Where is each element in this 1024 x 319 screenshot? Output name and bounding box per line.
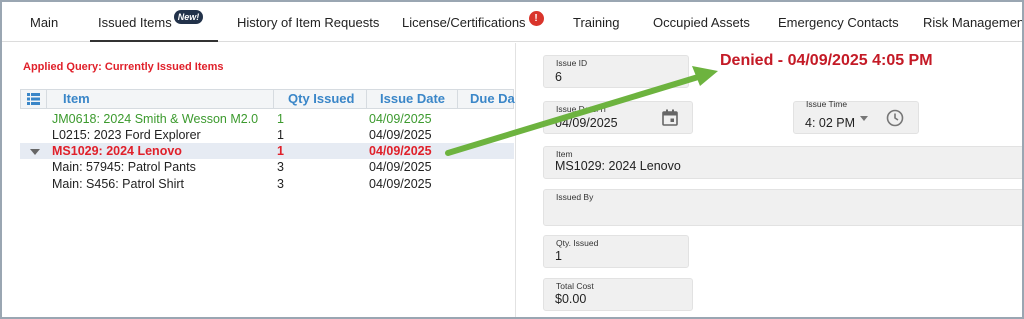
new-badge: New! xyxy=(173,10,204,24)
item-cell: JM0618: 2024 Smith & Wesson M2.0 xyxy=(52,112,259,126)
field-label: Total Cost xyxy=(556,281,594,291)
field-label: Issue ID xyxy=(556,58,588,68)
date-cell: 04/09/2025 xyxy=(369,112,432,126)
date-cell: 04/09/2025 xyxy=(369,144,432,158)
field-value: 4: 02 PM xyxy=(805,116,856,130)
tab-license-certifications[interactable]: License/Certifications! xyxy=(402,2,544,42)
tab-history-of-item-requests[interactable]: History of Item Requests xyxy=(237,2,379,42)
issued-by-field[interactable]: Issued By xyxy=(543,189,1022,226)
tab-label: Emergency Contacts xyxy=(778,15,899,30)
field-value: MS1029: 2024 Lenovo xyxy=(555,159,681,173)
field-value: 6 xyxy=(555,70,562,84)
tab-label: History of Item Requests xyxy=(237,15,380,30)
qty-cell: 1 xyxy=(277,128,284,142)
denied-annotation: Denied - 04/09/2025 4:05 PM xyxy=(720,52,933,69)
tab-training[interactable]: Training xyxy=(573,2,619,42)
tab-label: Training xyxy=(573,15,620,30)
item-cell: Main: 57945: Patrol Pants xyxy=(52,160,196,174)
tab-label: Issued Items xyxy=(98,15,172,30)
alert-badge: ! xyxy=(528,11,544,26)
column-header-due-date[interactable]: Due Da xyxy=(470,90,515,108)
qty-cell: 3 xyxy=(277,177,284,191)
table-row[interactable]: Main: S456: Patrol Shirt 3 04/09/2025 xyxy=(20,176,514,192)
tab-emergency-contacts[interactable]: Emergency Contacts xyxy=(778,2,899,42)
tab-issued-items[interactable]: Issued Items New! xyxy=(90,2,218,42)
field-value: 04/09/2025 xyxy=(555,116,618,130)
total-cost-field[interactable]: Total Cost $0.00 xyxy=(543,278,693,311)
date-cell: 04/09/2025 xyxy=(369,160,432,174)
list-icon[interactable] xyxy=(27,93,40,105)
tab-label: Risk Management xyxy=(923,15,1024,30)
field-label: Issue Date/Ti xyxy=(556,104,606,114)
qty-cell: 1 xyxy=(277,112,284,126)
clock-icon[interactable] xyxy=(886,109,904,127)
field-label: Qty. Issued xyxy=(556,238,599,248)
item-cell: Main: S456: Patrol Shirt xyxy=(52,177,185,191)
table-row[interactable]: JM0618: 2024 Smith & Wesson M2.0 1 04/09… xyxy=(20,111,514,127)
applied-query: Applied Query: Currently Issued Items xyxy=(23,61,224,73)
tab-main[interactable]: Main xyxy=(30,2,58,42)
qty-issued-field[interactable]: Qty. Issued 1 xyxy=(543,235,689,268)
panel-divider xyxy=(515,43,516,317)
grid-header: Item Qty Issued Issue Date Due Da xyxy=(20,89,515,109)
tab-label: Occupied Assets xyxy=(653,15,750,30)
qty-cell: 3 xyxy=(277,160,284,174)
column-header-item[interactable]: Item xyxy=(63,90,90,108)
calendar-icon[interactable] xyxy=(662,109,678,126)
column-header-issue-date[interactable]: Issue Date xyxy=(380,90,445,108)
item-cell: L0215: 2023 Ford Explorer xyxy=(52,128,201,142)
field-label: Issue Time xyxy=(806,99,848,109)
qty-cell: 1 xyxy=(277,144,284,158)
tab-occupied-assets[interactable]: Occupied Assets xyxy=(653,2,750,42)
item-field[interactable]: Item MS1029: 2024 Lenovo xyxy=(543,146,1022,179)
table-row[interactable]: L0215: 2023 Ford Explorer 1 04/09/2025 xyxy=(20,127,514,143)
field-value: $0.00 xyxy=(555,292,587,306)
app-window: Main Issued Items New! History of Item Re… xyxy=(0,0,1024,319)
tab-label: Main xyxy=(30,15,59,30)
tab-label: License/Certifications xyxy=(402,15,526,30)
field-label: Issued By xyxy=(556,192,594,202)
table-row-selected[interactable]: MS1029: 2024 Lenovo 1 04/09/2025 xyxy=(20,143,514,159)
date-cell: 04/09/2025 xyxy=(369,128,432,142)
field-value: 1 xyxy=(555,249,562,263)
issue-id-field[interactable]: Issue ID 6 xyxy=(543,55,689,88)
table-row[interactable]: Main: 57945: Patrol Pants 3 04/09/2025 xyxy=(20,159,514,175)
field-label: Item xyxy=(556,149,573,159)
item-cell: MS1029: 2024 Lenovo xyxy=(52,144,182,158)
tab-bar: Main Issued Items New! History of Item Re… xyxy=(2,2,1024,42)
dropdown-caret-icon[interactable] xyxy=(860,116,868,121)
tab-risk-management[interactable]: Risk Management xyxy=(923,2,1024,42)
column-header-qty-issued[interactable]: Qty Issued xyxy=(288,90,354,108)
expand-caret-icon[interactable] xyxy=(30,149,40,155)
date-cell: 04/09/2025 xyxy=(369,177,432,191)
